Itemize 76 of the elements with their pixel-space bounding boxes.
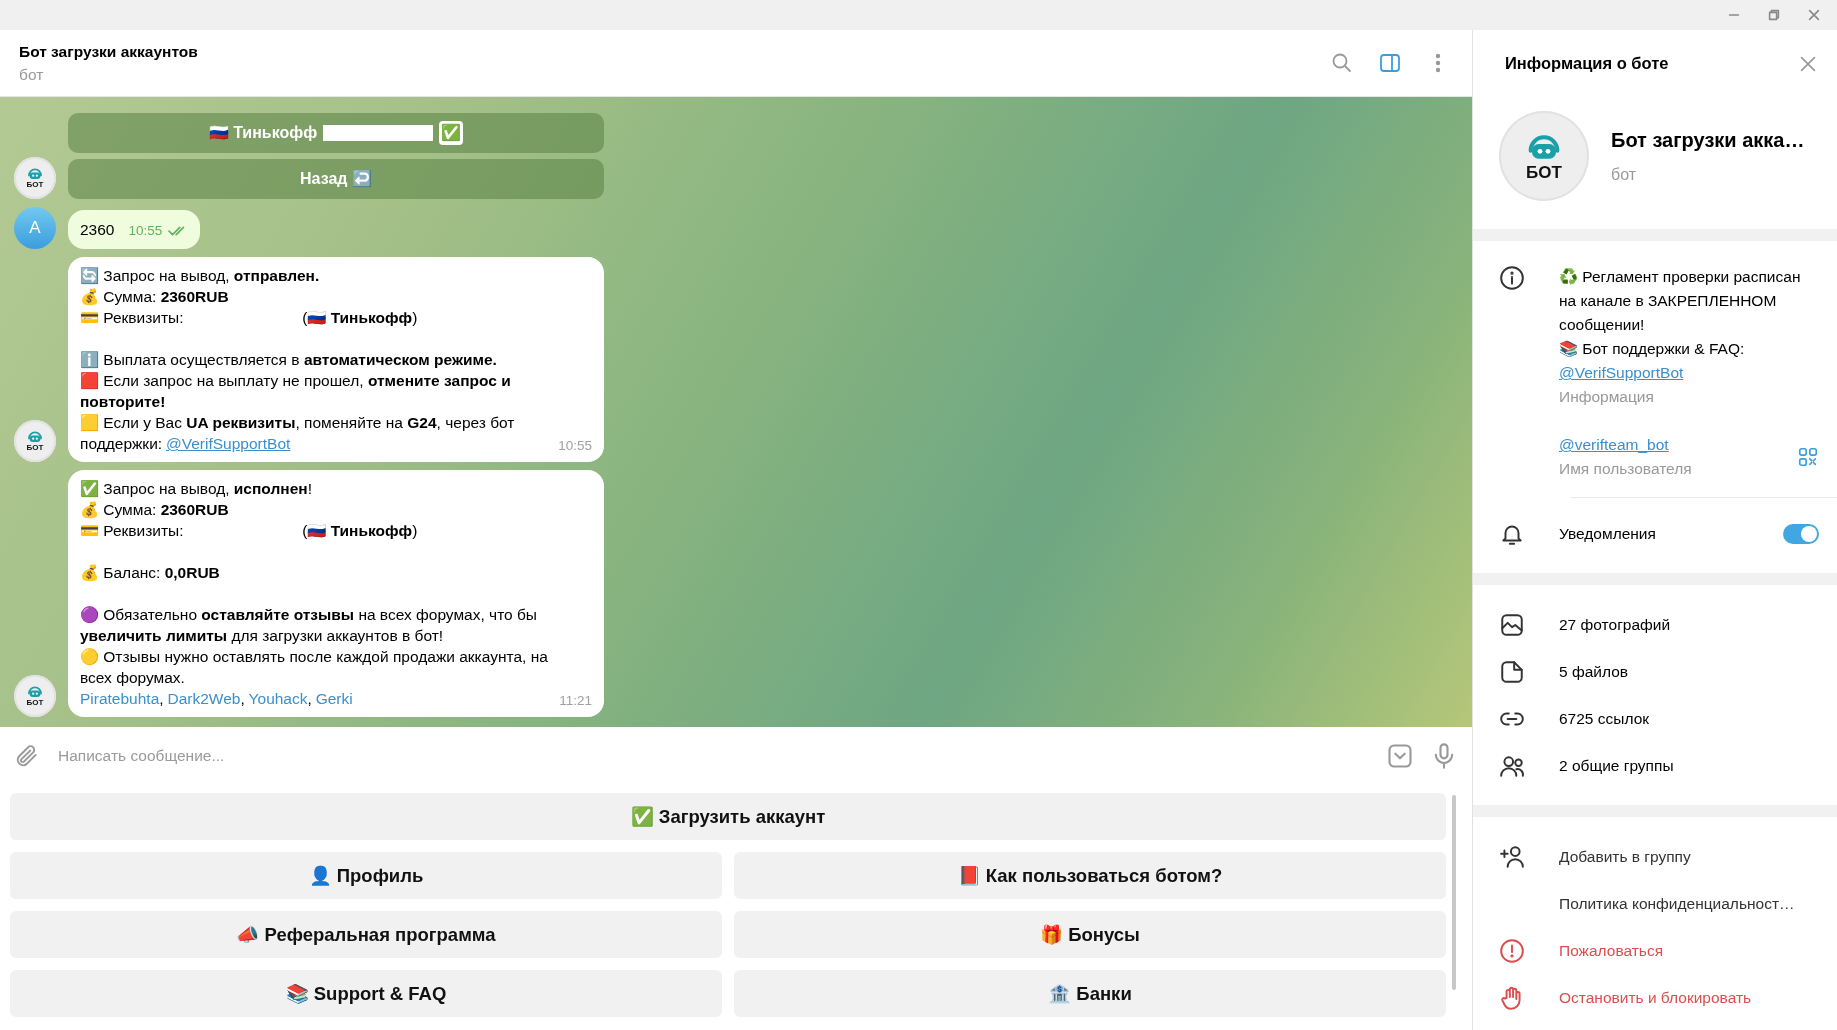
panel-title: Информация о боте bbox=[1505, 53, 1669, 75]
paperclip-icon[interactable] bbox=[14, 743, 40, 769]
media-link[interactable]: 5 файлов bbox=[1559, 659, 1629, 684]
notifications-label: Уведомления bbox=[1559, 523, 1657, 544]
action-item[interactable]: Остановить и блокировать bbox=[1559, 985, 1752, 1010]
message-text: 🟡 Отзывы нужно оставлять после каждой продажи аккаунта, на всех форумах. bbox=[80, 647, 548, 688]
restore-icon[interactable] bbox=[1767, 8, 1781, 22]
action-item[interactable]: Политика конфиденциальност… bbox=[1559, 891, 1795, 916]
message-text: 💳 Реквизиты: bbox=[80, 309, 184, 326]
description-text: 📚 Бот поддержки & FAQ: bbox=[1559, 339, 1746, 359]
scrollbar[interactable] bbox=[1452, 795, 1456, 990]
message-text: ✅ Запрос на вывод, исполнен! bbox=[80, 479, 312, 499]
media-link[interactable]: 6725 ссылок bbox=[1559, 706, 1650, 731]
message-text: 2360 bbox=[80, 219, 115, 240]
search-icon[interactable] bbox=[1330, 51, 1354, 75]
file-icon bbox=[1499, 658, 1525, 685]
keyboard-button[interactable]: 📕 Как пользоваться ботом? bbox=[734, 852, 1446, 899]
message-text: ℹ Выплата осуществляется в автоматическом режиме. bbox=[80, 350, 497, 370]
chat-subtitle: бот bbox=[19, 65, 45, 85]
photo-icon bbox=[1499, 611, 1525, 638]
media-link[interactable]: 2 общие группы bbox=[1559, 753, 1674, 778]
keyboard-button[interactable]: 👤 Профиль bbox=[10, 852, 722, 899]
add-person-icon bbox=[1499, 843, 1525, 870]
message-time: 10:55 bbox=[558, 437, 592, 455]
username-link[interactable]: @verifteam_bot bbox=[1559, 433, 1763, 457]
keyboard-button[interactable]: 🎁 Бонусы bbox=[734, 911, 1446, 958]
action-item[interactable]: Добавить в группу bbox=[1559, 844, 1691, 869]
message-text: 🟣 Обязательно оставляйте отзывы на всех форумах, что бы увеличить лимиты для загрузки аккаунтов в бот! bbox=[80, 605, 538, 646]
mention-link[interactable]: @VerifSupportBot bbox=[1559, 361, 1819, 385]
user-avatar: А bbox=[14, 207, 56, 249]
message-text: (🇷🇺 Тинькофф) bbox=[302, 309, 418, 326]
keyboard-button[interactable]: 📣 Реферальная программа bbox=[10, 911, 722, 958]
bot-subtitle: бот bbox=[1611, 165, 1638, 185]
warning-icon bbox=[1499, 937, 1525, 964]
bot-commands-icon[interactable] bbox=[1386, 742, 1414, 770]
message-input[interactable]: Написать сообщение... bbox=[56, 743, 1370, 769]
comma: , bbox=[159, 690, 164, 707]
comma: , bbox=[240, 690, 245, 707]
field-caption: Информация bbox=[1559, 387, 1655, 407]
robot-icon bbox=[26, 166, 44, 182]
message-text: 🟨 Если у Вас UA реквизиты, поменяйте на G24, через бот поддержки: @VerifSupportBot bbox=[80, 413, 516, 454]
chat-title: Бот загрузки аккаунтов bbox=[19, 41, 198, 62]
inline-button[interactable]: 🇷🇺 Тинькофф ✅ bbox=[68, 113, 604, 153]
message-text: 💰 Сумма: 2360RUB bbox=[80, 287, 229, 307]
robot-icon bbox=[26, 429, 44, 445]
keyboard-button[interactable]: 📚 Support & FAQ bbox=[10, 970, 722, 1017]
forum-link[interactable]: Gerki bbox=[315, 690, 353, 707]
keyboard-button[interactable]: ✅ Загрузить аккаунт bbox=[10, 793, 1446, 840]
message-text: (🇷🇺 Тинькофф) bbox=[302, 522, 418, 539]
avatar-label: БОТ bbox=[26, 699, 44, 708]
forum-link[interactable]: Dark2Web bbox=[167, 690, 241, 707]
message-text: 💰 Баланс: 0,0RUB bbox=[80, 563, 220, 583]
keyboard-button[interactable]: 🏦 Банки bbox=[734, 970, 1446, 1017]
message-text: 💳 Реквизиты: bbox=[80, 522, 184, 539]
forum-link[interactable]: Youhack bbox=[248, 690, 308, 707]
sidebar-toggle-icon[interactable] bbox=[1378, 51, 1402, 75]
bot-name: Бот загрузки акка… bbox=[1611, 128, 1805, 153]
mention-link[interactable]: @VerifSupportBot bbox=[166, 435, 291, 452]
media-link[interactable]: 27 фотографий bbox=[1559, 612, 1671, 637]
message-text: 🟥 Если запрос на выплату не прошел, отмените запрос и повторите! bbox=[80, 371, 512, 412]
notifications-toggle[interactable] bbox=[1783, 523, 1819, 544]
field-caption: Имя пользователя bbox=[1559, 459, 1693, 479]
message-time: 11:21 bbox=[559, 692, 592, 710]
close-icon[interactable] bbox=[1807, 8, 1821, 22]
message-time: 10:55 bbox=[128, 221, 163, 240]
qr-code-icon[interactable] bbox=[1797, 446, 1819, 468]
comma: , bbox=[307, 690, 312, 707]
avatar-label: БОТ bbox=[26, 444, 44, 453]
info-icon bbox=[1499, 265, 1525, 291]
description-text: ♻ Регламент проверки расписан на канале в ЗАКРЕПЛЕННОМ сообщении! bbox=[1559, 267, 1802, 335]
action-item[interactable]: Пожаловаться bbox=[1559, 938, 1664, 963]
message-text: 🔄 Запрос на вывод, отправлен. bbox=[80, 266, 320, 286]
avatar-label: БОТ bbox=[1526, 163, 1562, 181]
robot-icon bbox=[26, 684, 44, 700]
message-text: 💰 Сумма: 2360RUB bbox=[80, 500, 229, 520]
avatar-label: БОТ bbox=[26, 181, 44, 190]
